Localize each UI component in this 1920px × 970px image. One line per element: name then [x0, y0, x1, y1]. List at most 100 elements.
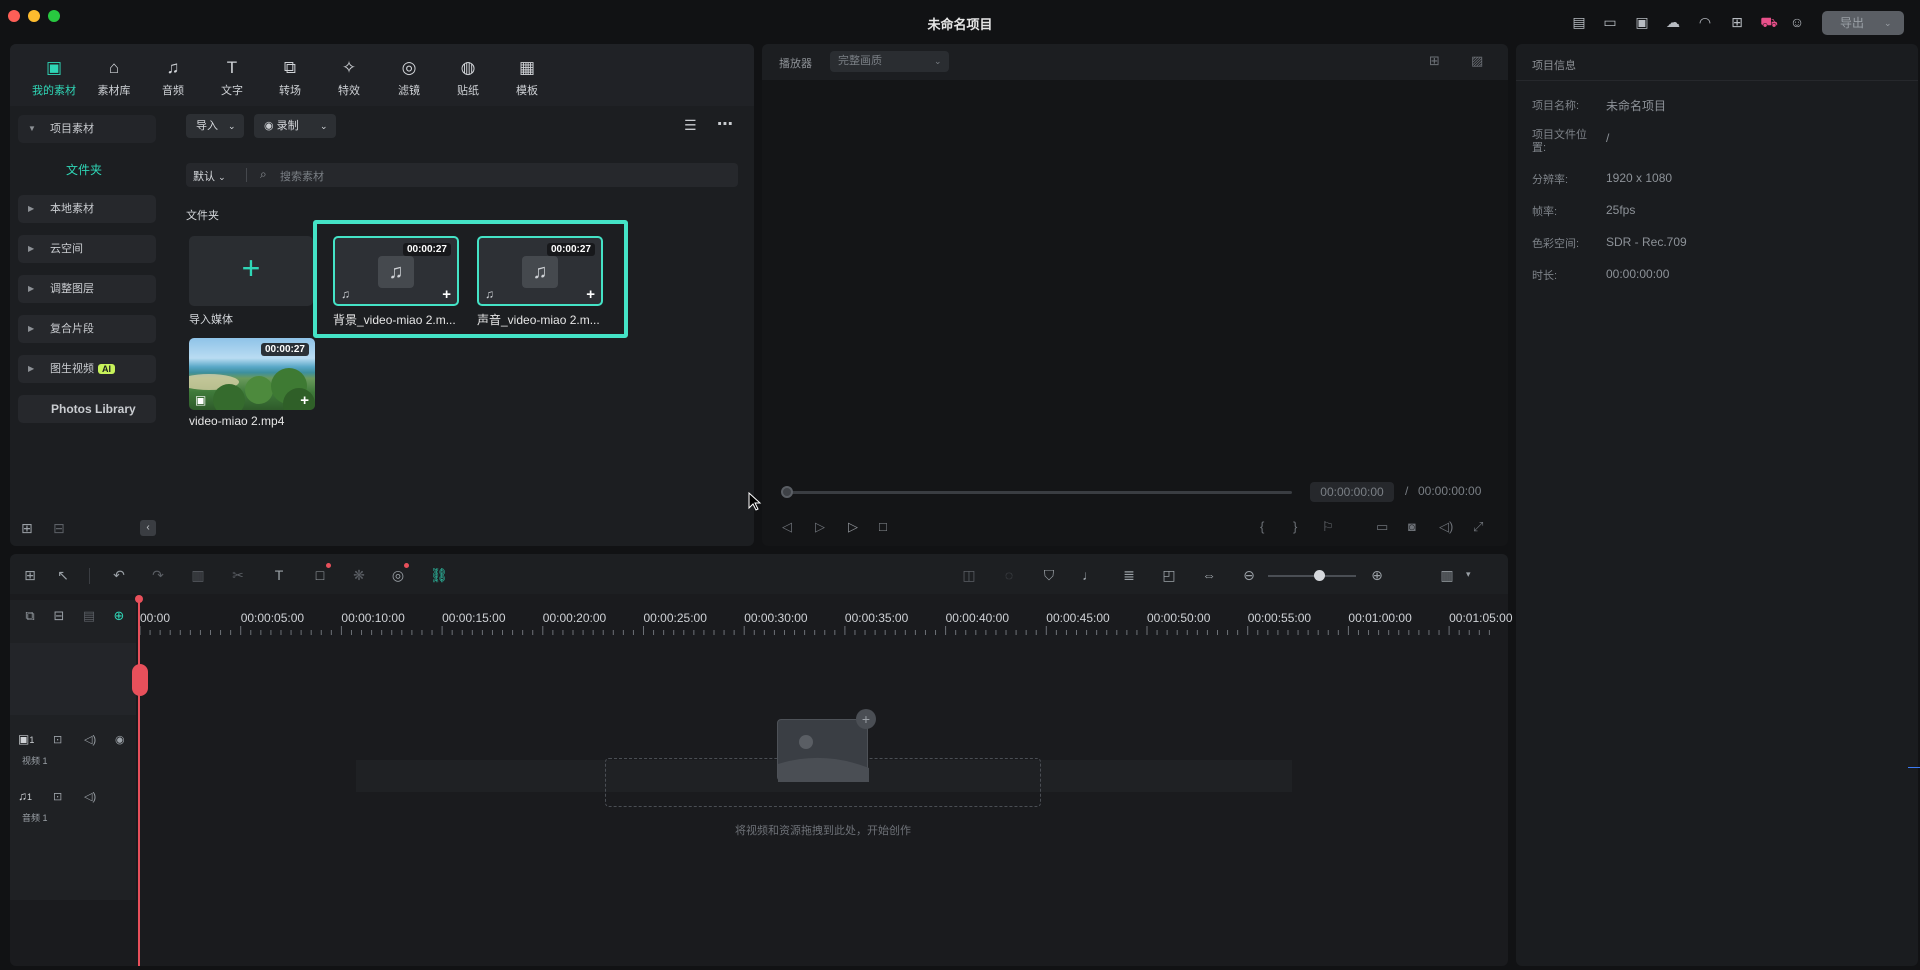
display-icon[interactable]: ▭ [1376, 519, 1388, 535]
import-dropdown[interactable]: 导入 ⌄ [186, 114, 244, 138]
current-time[interactable]: 00:00:00:00 [1310, 482, 1394, 502]
sidebar-item-adjustment-layer[interactable]: ▶ 调整图层 [18, 275, 156, 303]
redo-icon[interactable]: ↷ [149, 566, 167, 584]
link-icon[interactable]: ⛓ [430, 566, 448, 584]
delete-folder-icon[interactable]: ⊟ [53, 520, 65, 537]
mute-icon[interactable]: ◁) [84, 790, 96, 803]
grid-view-icon[interactable]: ⊞ [1429, 53, 1440, 69]
quality-dropdown[interactable]: 完整画质 ⌄ [830, 51, 949, 72]
playhead[interactable] [138, 598, 140, 966]
lock-icon[interactable]: ⊡ [53, 790, 62, 803]
chevron-down-icon[interactable]: ▾ [1466, 569, 1471, 580]
prev-frame-icon[interactable]: ◁ [782, 519, 792, 535]
collapse-sidebar-button[interactable]: ‹ [140, 520, 156, 536]
duration-badge: 00:00:27 [260, 343, 309, 356]
mark-in-icon[interactable]: { [1260, 519, 1264, 534]
zoom-slider-handle[interactable] [1314, 570, 1325, 581]
audio-list-icon[interactable]: ≣ [1120, 566, 1138, 584]
user-icon[interactable]: ☺ [1788, 13, 1806, 31]
progress-handle[interactable] [781, 486, 793, 498]
snapshot-icon[interactable]: ◙ [1408, 519, 1416, 534]
track-height-icon[interactable]: ▤ [80, 607, 98, 625]
filter-list-icon[interactable]: ☰ [684, 117, 697, 134]
save-icon[interactable]: ▣ [1633, 13, 1651, 31]
sidebar-item-label: 图生视频 [50, 363, 94, 375]
new-folder-icon[interactable]: ⊞ [21, 520, 33, 537]
tab-filters[interactable]: ◎ 滤镜 [381, 58, 437, 98]
play-icon[interactable]: ▷ [848, 519, 858, 535]
eye-icon[interactable]: ◉ [115, 733, 125, 746]
text-tool-icon[interactable]: T [270, 566, 288, 584]
music-note-icon: ♫ [378, 256, 414, 288]
sidebar-item-project-media[interactable]: ▼ 项目素材 [18, 115, 156, 143]
shield-icon[interactable]: ⛉ [1040, 566, 1058, 584]
ai-tool-icon[interactable]: ◎ [389, 566, 407, 584]
auto-reframe-icon[interactable]: ◫ [960, 566, 978, 584]
split-icon[interactable]: ✂ [229, 566, 247, 584]
layout-icon[interactable]: ▭ [1601, 13, 1619, 31]
media-item-video[interactable]: 00:00:27 ▣ + [189, 338, 315, 410]
crop-icon[interactable]: □ [311, 566, 329, 584]
fullscreen-icon[interactable]: ⤢ [1473, 519, 1483, 535]
filter-icon: ◎ [401, 58, 417, 77]
zoom-slider[interactable] [1268, 575, 1356, 577]
sort-dropdown[interactable]: 默认 ⌄ [193, 168, 226, 184]
project-icon[interactable]: ▤ [1570, 13, 1588, 31]
sidebar-item-image-to-video[interactable]: ▶ 图生视频 AI [18, 355, 156, 383]
tab-stickers[interactable]: ◍ 贴纸 [440, 58, 496, 98]
tab-templates[interactable]: ▦ 模板 [499, 58, 555, 98]
tab-audio[interactable]: ♫ 音频 [145, 58, 201, 98]
media-item-name: video-miao 2.mp4 [189, 414, 285, 428]
select-tool-icon[interactable]: ↖ [54, 566, 72, 584]
sidebar-item-compound-clip[interactable]: ▶ 复合片段 [18, 315, 156, 343]
more-options-icon[interactable]: ⋯ [717, 114, 733, 134]
import-media-tile[interactable]: + [189, 236, 313, 306]
add-to-timeline-icon[interactable]: + [300, 392, 309, 409]
tab-my-media[interactable]: ▣ 我的素材 [26, 58, 82, 98]
zoom-out-icon[interactable]: ⊖ [1240, 566, 1258, 584]
mark-out-icon[interactable]: } [1293, 519, 1297, 534]
undo-icon[interactable]: ↶ [110, 566, 128, 584]
search-input[interactable]: 搜索素材 [280, 168, 580, 184]
track-layout-icon[interactable]: ▥ [1438, 566, 1456, 584]
cart-icon[interactable]: ⛟ [1760, 13, 1778, 31]
sidebar-item-photos-library[interactable]: Photos Library [18, 395, 156, 423]
zoom-in-icon[interactable]: ⊕ [1368, 566, 1386, 584]
volume-icon[interactable]: ◁) [1439, 519, 1453, 535]
tab-text[interactable]: T 文字 [204, 58, 260, 98]
media-item-audio-2[interactable]: ♫ 00:00:27 ♫ + [477, 236, 603, 306]
media-item-audio-1[interactable]: ♫ 00:00:27 ♫ + [333, 236, 459, 306]
headset-icon[interactable]: ◠ [1696, 13, 1714, 31]
stop-icon[interactable]: □ [879, 519, 887, 534]
stabilize-icon[interactable]: ◌ [1000, 566, 1018, 584]
playhead-head[interactable] [135, 595, 143, 603]
grid-layout-icon[interactable]: ⊞ [21, 566, 39, 584]
snap-icon[interactable]: ⊕ [110, 607, 128, 625]
add-to-timeline-icon[interactable]: + [586, 286, 595, 303]
tab-effects[interactable]: ✧ 特效 [321, 58, 377, 98]
export-button[interactable]: 导出 ⌄ [1822, 11, 1904, 35]
sidebar-item-folder[interactable]: 文件夹 [66, 161, 102, 178]
sidebar-item-local[interactable]: ▶ 本地素材 [18, 195, 156, 223]
sidebar-item-cloud[interactable]: ▶ 云空间 [18, 235, 156, 263]
cloud-icon[interactable]: ☁ [1664, 13, 1682, 31]
playback-progress[interactable] [786, 491, 1292, 494]
image-icon[interactable]: ▨ [1471, 53, 1483, 69]
add-track-icon[interactable]: ⧉ [21, 607, 39, 625]
mute-icon[interactable]: ◁) [84, 733, 96, 746]
microphone-icon[interactable]: ♩ [1080, 566, 1098, 584]
tab-stock-media[interactable]: ⌂ 素材库 [86, 58, 142, 98]
playhead-handle[interactable] [132, 664, 148, 696]
grid-apps-icon[interactable]: ⊞ [1728, 13, 1746, 31]
pip-icon[interactable]: ◰ [1160, 566, 1178, 584]
record-dropdown[interactable]: ◉ 录制 ⌄ [254, 114, 336, 138]
marker-icon[interactable]: ⚐ [1322, 519, 1334, 535]
fit-icon[interactable]: ⇔ [1200, 566, 1218, 584]
tab-transitions[interactable]: ⧉ 转场 [262, 58, 318, 98]
play-back-icon[interactable]: ▷ [815, 519, 825, 535]
add-to-timeline-icon[interactable]: + [442, 286, 451, 303]
delete-icon[interactable]: ▥ [189, 566, 207, 584]
lock-icon[interactable]: ⊡ [53, 733, 62, 746]
link-track-icon[interactable]: ⊟ [50, 607, 68, 625]
color-icon[interactable]: ❋ [350, 566, 368, 584]
